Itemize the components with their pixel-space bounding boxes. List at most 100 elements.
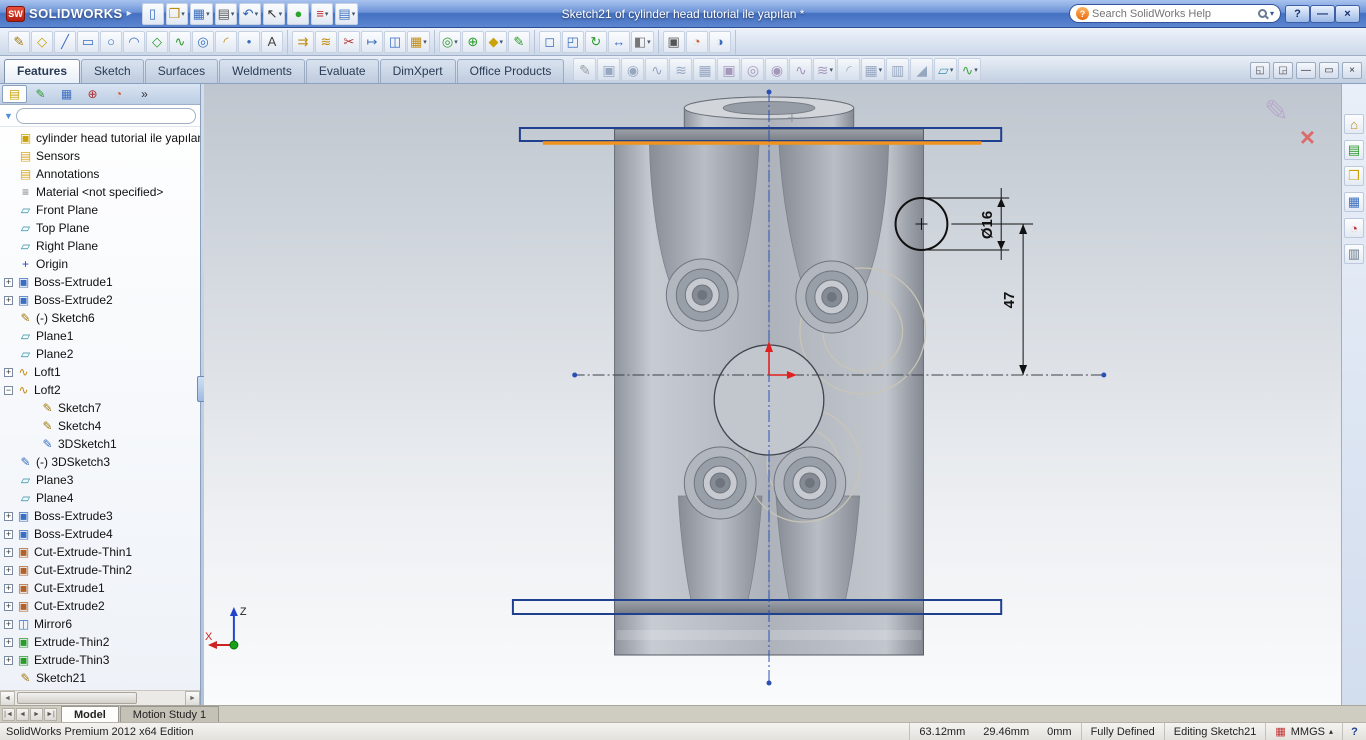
solidworks-menu[interactable]: SW SOLIDWORKS ▸ <box>6 6 132 22</box>
instant2d-icon[interactable]: ✎ <box>573 58 596 81</box>
expand-commandmanager-icon[interactable]: ◲ <box>1273 62 1293 79</box>
dimxpertmanager-tab-icon[interactable]: ⊕ <box>80 85 105 103</box>
rib-icon[interactable]: ▥ <box>886 58 909 81</box>
zoom-fit-icon[interactable]: ◻ <box>539 31 561 53</box>
scroll-left-icon[interactable]: ◄ <box>0 691 15 706</box>
close-document-icon[interactable]: × <box>1342 62 1362 79</box>
swept-boss-icon[interactable]: ∿ <box>645 58 668 81</box>
scroll-right-icon[interactable]: ► <box>185 691 200 706</box>
units-dropdown-icon[interactable]: ▴ <box>1329 727 1333 736</box>
dimension-diameter-label[interactable]: Ø16 <box>979 211 996 239</box>
dropdown-caret-icon[interactable]: ▾ <box>279 10 283 18</box>
reference-geometry-icon[interactable]: ▱▾ <box>934 58 957 81</box>
pin-commandmanager-icon[interactable]: ◱ <box>1250 62 1270 79</box>
minimize-document-icon[interactable]: — <box>1296 62 1316 79</box>
cancel-sketch-icon[interactable]: × <box>1300 122 1315 153</box>
edit-appearance-icon[interactable]: ◔ <box>686 31 708 53</box>
tab-weldments[interactable]: Weldments <box>219 59 305 83</box>
tab-model[interactable]: Model <box>61 706 119 722</box>
menu-expand-icon[interactable]: ▸ <box>127 8 132 19</box>
tree-item-sketch21[interactable]: ✎Sketch21 <box>0 669 200 687</box>
valve-boss-top-left[interactable] <box>666 259 738 331</box>
expand-icon[interactable]: + <box>4 296 13 305</box>
display-style-icon[interactable]: ◧▾ <box>631 31 654 53</box>
tab-motion-study-1[interactable]: Motion Study 1 <box>120 706 219 722</box>
centerline-endpoint[interactable] <box>1101 373 1106 378</box>
expand-icon[interactable]: + <box>4 368 13 377</box>
undo-icon[interactable]: ↶▾ <box>239 3 261 25</box>
new-document-icon[interactable]: ▯ <box>142 3 164 25</box>
scrollbar-track[interactable] <box>15 691 185 705</box>
dimension-length[interactable]: 47 <box>951 224 1033 375</box>
tree-item-cut-extrude2[interactable]: +▣Cut-Extrude2 <box>0 597 200 615</box>
polygon-icon[interactable]: ◇ <box>146 31 168 53</box>
sketch-color-icon[interactable]: ▦ <box>1275 725 1285 738</box>
tab-features[interactable]: Features <box>4 59 80 83</box>
expand-icon[interactable]: + <box>4 278 13 287</box>
pan-icon[interactable]: ↔ <box>608 31 630 53</box>
circle-icon[interactable]: ○ <box>100 31 122 53</box>
expand-icon[interactable]: + <box>4 602 13 611</box>
tree-filter-input[interactable] <box>16 108 196 124</box>
tree-item-loft1[interactable]: +∿Loft1 <box>0 363 200 381</box>
sketch-fillet-icon[interactable]: ◜ <box>215 31 237 53</box>
tree-item-sketch7[interactable]: ✎Sketch7 <box>0 399 200 417</box>
collapse-icon[interactable]: − <box>4 386 13 395</box>
model-view[interactable]: Ø16 47 Z X <box>204 84 1341 705</box>
valve-boss-bottom-right[interactable] <box>774 447 846 519</box>
tree-item-plane1[interactable]: ▱Plane1 <box>0 327 200 345</box>
tree-item-plane2[interactable]: ▱Plane2 <box>0 345 200 363</box>
tree-item-sketch4[interactable]: ✎Sketch4 <box>0 417 200 435</box>
dropdown-caret-icon[interactable]: ▾ <box>352 10 356 18</box>
expand-icon[interactable]: + <box>4 512 13 521</box>
dropdown-caret-icon[interactable]: ▾ <box>830 66 834 74</box>
centerline-endpoint[interactable] <box>572 373 577 378</box>
lofted-cut-icon[interactable]: ≋▾ <box>813 58 836 81</box>
expand-icon[interactable]: + <box>4 638 13 647</box>
units-cell[interactable]: ▦ MMGS ▴ <box>1265 723 1342 740</box>
design-library-icon[interactable]: ▤ <box>1344 140 1364 160</box>
tree-item-boss-extrude2[interactable]: +▣Boss-Extrude2 <box>0 291 200 309</box>
tree-item-extrude-thin2[interactable]: +▣Extrude-Thin2 <box>0 633 200 651</box>
dropdown-caret-icon[interactable]: ▾ <box>423 38 427 46</box>
rebuild-icon[interactable]: ● <box>287 3 309 25</box>
tree-item-boss-extrude1[interactable]: +▣Boss-Extrude1 <box>0 273 200 291</box>
draft-icon[interactable]: ◢ <box>910 58 933 81</box>
displaymanager-tab-icon[interactable]: ◔ <box>106 85 131 103</box>
dropdown-caret-icon[interactable]: ▾ <box>206 10 210 18</box>
dropdown-caret-icon[interactable]: ▾ <box>500 38 504 46</box>
exit-sketch-icon[interactable]: ✎ <box>1264 94 1289 129</box>
quick-tips-icon[interactable]: ? <box>1342 723 1366 740</box>
zoom-area-icon[interactable]: ◰ <box>562 31 584 53</box>
select-icon[interactable]: ↖▾ <box>263 3 285 25</box>
extruded-cut-icon[interactable]: ▣ <box>717 58 740 81</box>
centerline-endpoint[interactable] <box>767 90 772 95</box>
help-search-box[interactable]: ? ▾ <box>1069 4 1281 23</box>
tree-item-sketch6[interactable]: ✎(-) Sketch6 <box>0 309 200 327</box>
dropdown-caret-icon[interactable]: ▾ <box>950 66 954 74</box>
tree-item-front-plane[interactable]: ▱Front Plane <box>0 201 200 219</box>
expand-icon[interactable]: + <box>4 656 13 665</box>
expand-icon[interactable]: + <box>4 530 13 539</box>
tree-item-3dsketch1[interactable]: ✎3DSketch1 <box>0 435 200 453</box>
spline-icon[interactable]: ∿ <box>169 31 191 53</box>
restore-document-icon[interactable]: ▭ <box>1319 62 1339 79</box>
tree-item-loft2[interactable]: −∿Loft2 <box>0 381 200 399</box>
lofted-boss-icon[interactable]: ≋ <box>669 58 692 81</box>
tree-item-cut-extrude-thin2[interactable]: +▣Cut-Extrude-Thin2 <box>0 561 200 579</box>
quick-snaps-icon[interactable]: ◆▾ <box>485 31 507 53</box>
hole-wizard-icon[interactable]: ◎ <box>741 58 764 81</box>
scrollbar-thumb[interactable] <box>17 692 137 704</box>
search-icon[interactable] <box>1258 9 1267 18</box>
revolved-cut-icon[interactable]: ◉ <box>765 58 788 81</box>
dropdown-caret-icon[interactable]: ▾ <box>454 38 458 46</box>
centerline-endpoint[interactable] <box>767 681 772 686</box>
search-dropdown-icon[interactable]: ▾ <box>1270 9 1274 18</box>
point-icon[interactable]: • <box>238 31 260 53</box>
propertymanager-tab-icon[interactable]: ✎ <box>28 85 53 103</box>
valve-boss-bottom-left[interactable] <box>684 447 756 519</box>
graphics-area[interactable]: Ø16 47 Z X <box>204 84 1341 705</box>
ellipse-icon[interactable]: ◎ <box>192 31 214 53</box>
tree-item-right-plane[interactable]: ▱Right Plane <box>0 237 200 255</box>
tree-item-mirror6[interactable]: +◫Mirror6 <box>0 615 200 633</box>
